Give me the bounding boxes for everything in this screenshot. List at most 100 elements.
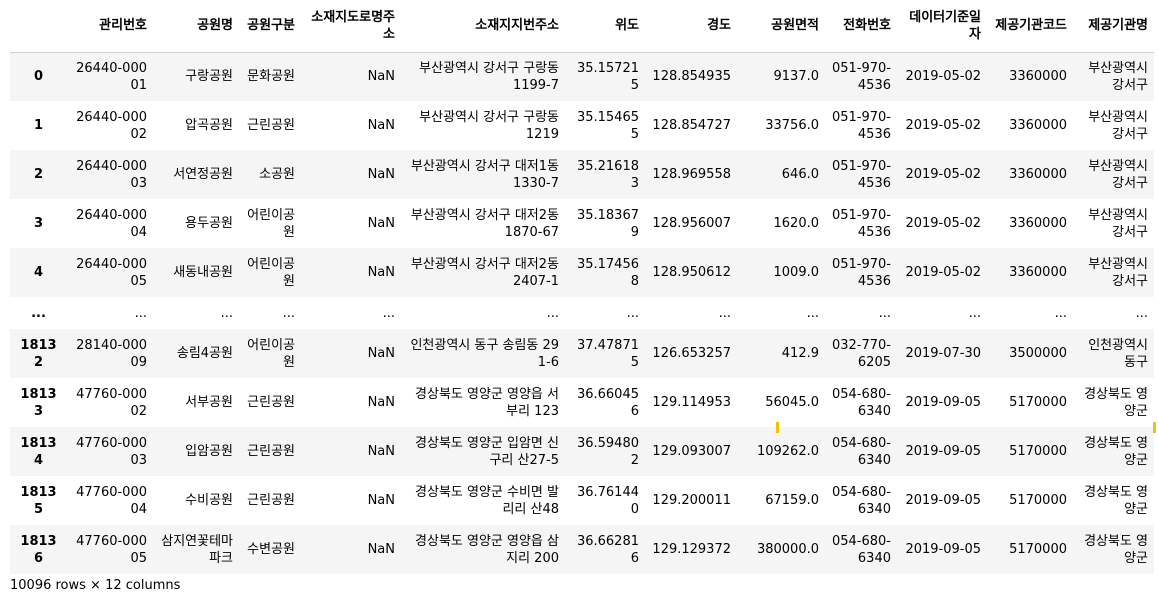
column-header: 제공기관명	[1073, 0, 1154, 53]
column-header: 소재지도로명주소	[301, 0, 401, 53]
table-cell: 경상북도 영양군	[1084, 533, 1148, 566]
table-cell: 109262.0	[756, 444, 819, 459]
table-cell: 2019-05-02	[905, 167, 981, 182]
table-row: 18133 47760-00002 서부공원 근린공원 NaN 경상북도 영양군 영양읍 …	[10, 378, 1154, 427]
column-header: 전화번호	[825, 0, 897, 53]
table-cell: 054-680-6340	[831, 435, 891, 468]
table-cell: 3360000	[1009, 118, 1067, 133]
table-cell: ...	[546, 305, 559, 321]
column-header: 데이터기준일자	[897, 0, 987, 53]
table-cell: ...	[626, 305, 639, 321]
table-cell: 경상북도 영양군 영양읍 서부리 123	[415, 386, 559, 419]
table-cell: 56045.0	[765, 395, 819, 410]
table-cell: 26440-00005	[76, 256, 147, 289]
table-cell: 646.0	[781, 167, 819, 182]
table-row: 0 26440-00001 구랑공원 문화공원 NaN 부산광역시 강서구 구랑동 119…	[10, 52, 1154, 101]
table-cell: 051-970-4536	[831, 207, 891, 240]
table-cell: 33756.0	[765, 118, 819, 133]
table-cell: 128.854935	[652, 69, 731, 85]
table-cell: 35.216183	[576, 158, 639, 191]
table-cell: NaN	[367, 346, 395, 361]
table-cell: 인천광역시 동구	[1088, 337, 1148, 370]
table-cell: 송림4공원	[176, 346, 233, 361]
column-header: 경도	[645, 0, 737, 53]
table-cell: 근린공원	[247, 395, 295, 410]
table-row: 18135 47760-00004 수비공원 근린공원 NaN 경상북도 영양군 수비면 …	[10, 476, 1154, 525]
table-cell: NaN	[367, 542, 395, 557]
table-cell: 26440-00002	[76, 109, 147, 142]
table-cell: 부산광역시 강서구	[1088, 60, 1148, 93]
table-cell: 삼지연꽃테마파크	[161, 533, 233, 566]
table-cell: 37.478715	[576, 337, 639, 370]
table-cell: NaN	[367, 216, 395, 231]
table-cell: ...	[1054, 305, 1067, 321]
table-cell: NaN	[367, 69, 395, 85]
table-row: 18132 28140-00009 송림4공원 어린이공원 NaN 인천광역시 동구 송림…	[10, 329, 1154, 378]
table-cell: 2019-09-05	[905, 395, 981, 410]
table-cell: 129.093007	[652, 444, 731, 459]
row-index: 3	[33, 216, 44, 231]
table-cell: 051-970-4536	[831, 109, 891, 142]
table-cell: 1620.0	[773, 216, 820, 231]
dataframe-output: 관리번호 공원명 공원구분 소재지도로명주소 소재지지번주소 위도 경도 공원면…	[10, 0, 1154, 574]
table-row: 3 26440-00004 용두공원 어린이공원 NaN 부산광역시 강서구 대저2동 1…	[10, 199, 1154, 248]
table-cell: ...	[1135, 305, 1148, 321]
column-header: 공원구분	[239, 0, 301, 53]
table-cell: 2019-07-30	[905, 346, 981, 361]
table-cell: ...	[878, 305, 891, 321]
yellow-marker	[1153, 422, 1156, 433]
table-cell: 128.854727	[652, 118, 731, 133]
table-cell: 032-770-6205	[831, 337, 891, 370]
table-cell: 새동내공원	[173, 265, 233, 280]
table-cell: 47760-00005	[76, 533, 147, 566]
table-cell: 051-970-4536	[831, 60, 891, 93]
table-cell: 380000.0	[756, 542, 819, 557]
table-cell: 부산광역시 강서구	[1088, 158, 1148, 191]
header-row: 관리번호 공원명 공원구분 소재지도로명주소 소재지지번주소 위도 경도 공원면…	[10, 0, 1154, 53]
table-cell: 128.956007	[652, 216, 731, 231]
table-cell: 3360000	[1009, 69, 1067, 85]
table-cell: 1009.0	[773, 265, 820, 280]
table-cell: 9137.0	[773, 69, 820, 85]
table-cell: 부산광역시 강서구	[1088, 109, 1148, 142]
table-cell: 어린이공원	[247, 256, 295, 289]
column-header: 위도	[565, 0, 645, 53]
column-header: 소재지지번주소	[401, 0, 565, 53]
table-cell: 051-970-4536	[831, 158, 891, 191]
table-cell: 5170000	[1009, 542, 1067, 557]
table-cell: NaN	[367, 395, 395, 410]
table-cell: 근린공원	[247, 118, 295, 133]
table-cell: 입암공원	[185, 444, 233, 459]
table-cell: 054-680-6340	[831, 533, 891, 566]
table-cell: ...	[134, 305, 147, 321]
table-cell: 47760-00002	[76, 386, 147, 419]
table-cell: 근린공원	[247, 493, 295, 508]
table-cell: 경상북도 영양군 입암면 신구리 산27-5	[415, 435, 559, 468]
table-cell: 부산광역시 강서구 대저2동 2407-1	[410, 256, 559, 289]
column-header: 공원면적	[737, 0, 825, 53]
table-cell: 압곡공원	[185, 118, 233, 133]
table-cell: 2019-05-02	[905, 118, 981, 133]
table-cell: 129.114953	[652, 395, 731, 410]
column-header: 공원명	[153, 0, 239, 53]
table-cell: 부산광역시 강서구 대저1동 1330-7	[410, 158, 559, 191]
table-cell: 소공원	[259, 167, 295, 182]
table-row: 1 26440-00002 압곡공원 근린공원 NaN 부산광역시 강서구 구랑동 121…	[10, 101, 1154, 150]
table-cell: 부산광역시 강서구 구랑동 1219	[419, 109, 559, 142]
table-cell: 28140-00009	[76, 337, 147, 370]
table-cell: 경상북도 영양군	[1084, 386, 1148, 419]
table-cell: 부산광역시 강서구 구랑동 1199-7	[419, 60, 559, 93]
table-cell: 경상북도 영양군 수비면 발리리 산48	[415, 484, 559, 517]
row-index: 18136	[20, 533, 57, 566]
table-cell: 부산광역시 강서구	[1088, 207, 1148, 240]
table-cell: 47760-00003	[76, 435, 147, 468]
table-cell: 128.969558	[652, 167, 731, 182]
table-cell: NaN	[367, 444, 395, 459]
table-cell: 구랑공원	[185, 69, 233, 85]
table-cell: ...	[806, 305, 819, 321]
table-cell: 054-680-6340	[831, 484, 891, 517]
table-cell: 36.662816	[576, 533, 639, 566]
table-cell: 어린이공원	[247, 207, 295, 240]
table-cell: 412.9	[781, 346, 819, 361]
table-cell: NaN	[367, 167, 395, 182]
